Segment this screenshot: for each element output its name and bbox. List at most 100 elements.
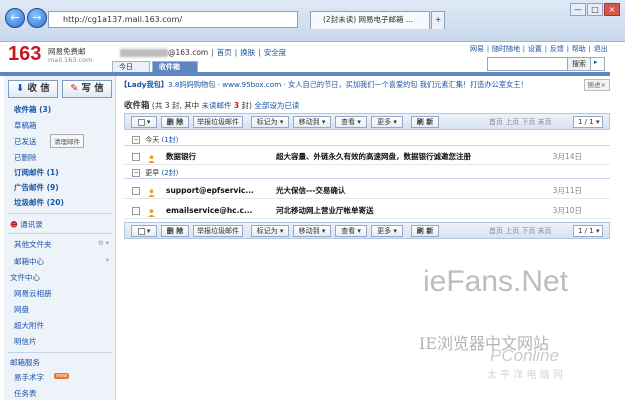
sidebar-item-netdisk[interactable]: 网盘: [14, 304, 29, 315]
maximize-button[interactable]: □: [587, 3, 603, 16]
sidebar-item-service-2[interactable]: 任务表: [14, 388, 37, 399]
collapse-icon[interactable]: −: [132, 169, 140, 177]
page-select[interactable]: 1 / 1 ▾: [573, 225, 603, 237]
group-name: 更早: [145, 169, 160, 177]
link-home[interactable]: 首页: [217, 48, 232, 57]
mail-sender: 数据银行: [166, 152, 196, 161]
sidebar-item-service-1[interactable]: 易手术字: [14, 372, 44, 383]
link-skin[interactable]: 换肤: [240, 48, 255, 57]
select-dropdown[interactable]: ▾: [131, 225, 157, 237]
select-chevron-icon: ▾: [146, 227, 151, 235]
more-dropdown[interactable]: 更多 ▾: [371, 225, 403, 237]
browser-toolbar: ← → http://cg1a137.mail.163.com/ (2封未读) …: [0, 0, 625, 42]
group-count-link[interactable]: (1封): [161, 136, 178, 144]
refresh-button[interactable]: 刷 新: [411, 116, 439, 128]
sidebar-item-contacts[interactable]: ☻ 通讯录: [10, 219, 43, 230]
inbox-counts: (共 3 封, 其中: [151, 101, 200, 110]
forward-button[interactable]: →: [27, 8, 47, 28]
view-dropdown[interactable]: 查看 ▾: [335, 116, 367, 128]
move-to-dropdown[interactable]: 移动到 ▾: [293, 225, 331, 237]
select-all-checkbox[interactable]: [137, 227, 145, 235]
sidebar-item-mail-center[interactable]: 邮箱中心: [14, 256, 44, 267]
user-name-blurred: [120, 49, 168, 57]
sidebar-item-sent[interactable]: 已发送: [14, 136, 37, 147]
watermark-pconline: PConline: [490, 346, 559, 365]
new-badge: new: [54, 373, 70, 379]
table-row[interactable]: emailservice@hc.c... 河北移动网上营业厅帐单寄送 3月10日: [124, 203, 610, 219]
refresh-button[interactable]: 刷 新: [411, 225, 439, 237]
sidebar-item-mail-services[interactable]: 邮箱服务: [10, 357, 40, 368]
delete-button[interactable]: 删 除: [161, 116, 189, 128]
mail-logo[interactable]: 163 网易免费邮 mail.163.com: [8, 43, 118, 73]
mail-date: 3月14日: [552, 152, 582, 161]
logo-domain: mail.163.com: [48, 56, 93, 64]
delete-button[interactable]: 删 除: [161, 225, 189, 237]
group-count-link[interactable]: (2封): [161, 169, 178, 177]
sidebar-item-ads[interactable]: 广告邮件 (9): [14, 182, 59, 193]
table-row[interactable]: 数据银行 超大容量、外链永久有效的高速网盘，数据银行诚邀您注册 3月14日: [124, 149, 610, 165]
sidebar-item-drafts[interactable]: 草稿箱: [14, 120, 37, 131]
row-checkbox[interactable]: [132, 207, 140, 215]
search-options-icon[interactable]: ▸: [594, 58, 598, 66]
sidebar-item-inbox[interactable]: 收件箱 (3): [14, 104, 51, 115]
logo-163: 163: [8, 43, 42, 65]
mark-all-read-link[interactable]: 全部设为已读: [254, 101, 299, 110]
back-button[interactable]: ←: [5, 8, 25, 28]
receive-icon: ⬇: [16, 83, 25, 94]
sidebar-item-file-center[interactable]: 文件中心: [10, 272, 40, 283]
more-dropdown[interactable]: 更多 ▾: [371, 116, 403, 128]
clean-folder-button[interactable]: 清理邮件: [50, 134, 84, 148]
mark-as-dropdown[interactable]: 标记为 ▾: [251, 225, 289, 237]
mail-subject[interactable]: 光大保信---交易确认: [276, 183, 345, 199]
write-button[interactable]: ✎ 写 信: [62, 80, 112, 98]
ad-banner[interactable]: 【Lady我包】3.8妈妈购物包 · www.95box.com · 女人自己的…: [120, 79, 610, 91]
unread-link[interactable]: 未读邮件: [202, 101, 232, 110]
search-button[interactable]: 搜索: [567, 57, 591, 71]
select-all-checkbox[interactable]: [137, 118, 145, 126]
group-header-earlier[interactable]: − 更早 (2封): [124, 168, 610, 179]
row-checkbox[interactable]: [132, 187, 140, 195]
pager-links[interactable]: 首页 上页 下页 末页: [489, 226, 552, 236]
pager-links[interactable]: 首页 上页 下页 末页: [489, 117, 552, 127]
mark-as-dropdown[interactable]: 标记为 ▾: [251, 116, 289, 128]
ad-close-button[interactable]: 随进×: [583, 79, 610, 91]
link-security[interactable]: 安全度: [264, 48, 287, 57]
ad-text[interactable]: 3.8妈妈购物包 · www.95box.com · 女人自己的节日，买加我们一…: [168, 80, 528, 89]
move-to-dropdown[interactable]: 移动到 ▾: [293, 116, 331, 128]
mail-sender: support@epfservic...: [166, 186, 254, 195]
top-links[interactable]: 网易 ∣ 随时随地 ∣ 设置 ∣ 反馈 ∣ 帮助 ∣ 退出: [470, 44, 608, 54]
address-bar[interactable]: http://cg1a137.mail.163.com/: [48, 11, 298, 28]
new-tab-button[interactable]: +: [431, 11, 445, 29]
user-domain: @163.com: [168, 48, 209, 57]
view-dropdown[interactable]: 查看 ▾: [335, 225, 367, 237]
select-dropdown[interactable]: ▾: [131, 116, 157, 128]
sidebar-item-subscriptions[interactable]: 订阅邮件 (1): [14, 167, 59, 178]
table-row[interactable]: support@epfservic... 光大保信---交易确认 3月11日: [124, 183, 610, 199]
mail-center-toggle-icon[interactable]: ▾: [106, 256, 109, 264]
sender-icon: [148, 153, 155, 163]
sidebar-item-other-folders[interactable]: 其他文件夹: [14, 239, 52, 250]
folder-settings-icon[interactable]: ⚙ ▾: [98, 239, 109, 247]
receive-label: 收 信: [27, 83, 50, 94]
mail-subject[interactable]: 超大容量、外链永久有效的高速网盘，数据银行诚邀您注册: [276, 149, 471, 165]
report-spam-button[interactable]: 举报垃圾邮件: [193, 116, 243, 128]
page-select[interactable]: 1 / 1 ▾: [573, 116, 603, 128]
group-name: 今天: [145, 136, 160, 144]
close-window-button[interactable]: ×: [604, 3, 620, 16]
row-checkbox[interactable]: [132, 153, 140, 161]
collapse-icon[interactable]: −: [132, 136, 140, 144]
sidebar-item-large-attachment[interactable]: 超大附件: [14, 320, 44, 331]
contacts-icon: ☻: [10, 220, 18, 229]
receive-button[interactable]: ⬇ 收 信: [8, 80, 58, 98]
sidebar-item-trash[interactable]: 已删除: [14, 152, 37, 163]
report-spam-button[interactable]: 举报垃圾邮件: [193, 225, 243, 237]
sidebar-item-album[interactable]: 网易云相册: [14, 288, 52, 299]
browser-tab-mail[interactable]: (2封未读) 网易电子邮箱 ...: [310, 11, 430, 29]
sidebar-item-postcard[interactable]: 明信片: [14, 336, 37, 347]
inbox-heading: 收件箱 (共 3 封, 其中 未读邮件 3 封) 全部设为已读: [124, 101, 300, 111]
inbox-title: 收件箱: [124, 101, 150, 111]
group-header-today[interactable]: − 今天 (1封): [124, 135, 610, 146]
sidebar-item-spam[interactable]: 垃圾邮件 (20): [14, 197, 64, 208]
minimize-button[interactable]: —: [570, 3, 586, 16]
mail-subject[interactable]: 河北移动网上营业厅帐单寄送: [276, 203, 374, 219]
